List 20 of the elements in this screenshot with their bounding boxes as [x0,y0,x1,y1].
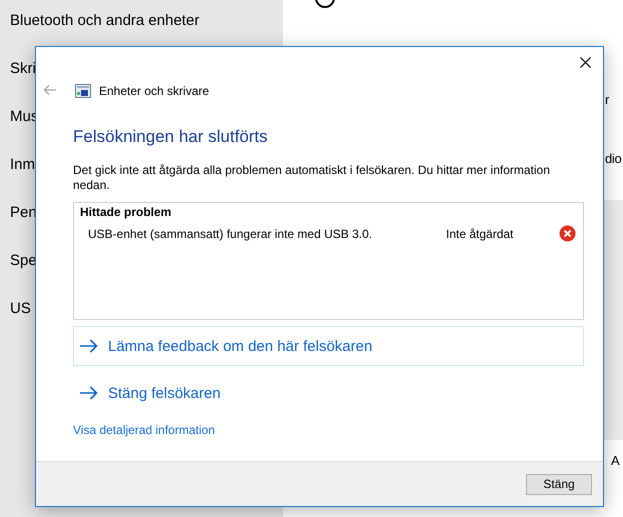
setting-text: r [605,92,610,107]
right-arrow-icon [80,386,98,400]
action-link[interactable]: Lämna feedback om den här felsökaren [73,326,584,366]
devices-printers-icon [75,84,91,98]
problems-title: Hittade problem [80,205,172,219]
dialog-heading: Felsökningen har slutförts [73,127,269,147]
sidebar-item[interactable]: Bluetooth och andra enheter [10,10,283,31]
details-link[interactable]: Visa detaljerad information [73,423,215,437]
problem-status: Inte åtgärdat [446,226,514,240]
action-link[interactable]: Stäng felsökaren [73,373,584,413]
back-arrow-icon [43,84,57,96]
close-icon [580,56,590,68]
location-title: Enheter och skrivare [99,84,210,98]
right-arrow-icon [80,339,98,353]
close-dialog-button[interactable]: Stäng [526,474,592,494]
error-icon [559,225,576,242]
setting-text: dio [605,151,622,166]
problem-name: USB-enhet (sammansatt) fungerar inte med USB 3.0. [88,226,374,240]
result-message: Det gick inte att åtgärda alla problemen automatiskt i felsökaren. Du hittar mer information nedan. [73,163,551,193]
setting-text: A [611,453,620,468]
